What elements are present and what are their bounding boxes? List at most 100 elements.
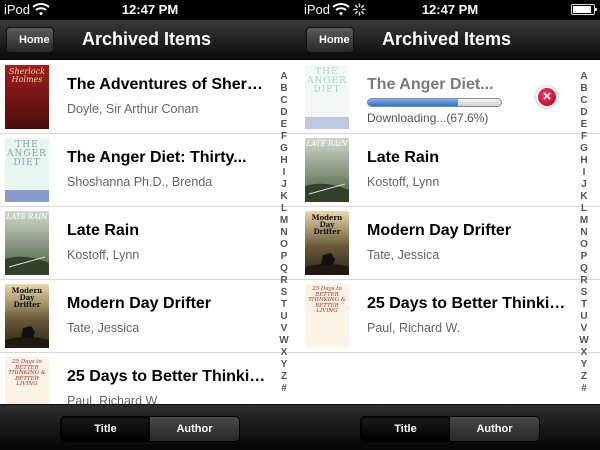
index-letter[interactable]: N	[576, 227, 592, 239]
index-letter[interactable]: E	[276, 119, 292, 131]
alphabet-index[interactable]: A B C D E F G H I J K L M N O P Q R S T U V W X Y Z #	[276, 71, 292, 395]
home-back-button[interactable]: Home	[306, 27, 354, 53]
index-letter[interactable]: G	[576, 143, 592, 155]
index-letter[interactable]: P	[576, 251, 592, 263]
navigation-bar: Home Archived Items	[300, 20, 600, 60]
index-letter[interactable]: Q	[276, 263, 292, 275]
page-title: Archived Items	[82, 29, 212, 49]
list-item[interactable]: LATE RAIN Late Rain Kostoff, Lynn	[0, 207, 300, 280]
index-letter[interactable]: F	[576, 131, 592, 143]
index-letter[interactable]: T	[576, 299, 592, 311]
index-letter[interactable]: H	[276, 155, 292, 167]
book-title: The Anger Diet: Thirty...	[67, 149, 247, 166]
index-letter[interactable]: C	[576, 95, 592, 107]
index-letter[interactable]: D	[276, 107, 292, 119]
downloading-list-item[interactable]: THE ANGER DIET The Anger Diet... Downloa…	[300, 61, 600, 134]
cover-text: THE ANGER DIET	[7, 140, 47, 168]
alphabet-index[interactable]: A B C D E F G H I J K L M N O P Q R S T U V W X Y Z #	[576, 71, 592, 395]
index-letter[interactable]: C	[276, 95, 292, 107]
index-letter[interactable]: #	[576, 383, 592, 395]
index-letter[interactable]: I	[276, 167, 292, 179]
book-cover: 25 Days to BETTER THINKING & BETTER LIVI…	[305, 284, 349, 348]
index-letter[interactable]: K	[276, 191, 292, 203]
index-letter[interactable]: K	[576, 191, 592, 203]
book-title: Late Rain	[367, 149, 440, 166]
index-letter[interactable]: U	[276, 311, 292, 323]
index-letter[interactable]: X	[576, 347, 592, 359]
index-letter[interactable]: Q	[576, 263, 592, 275]
index-letter[interactable]: Z	[576, 371, 592, 383]
index-letter[interactable]: N	[276, 227, 292, 239]
clock: 12:47 PM	[421, 2, 479, 17]
index-letter[interactable]: D	[576, 107, 592, 119]
list-item[interactable]: Modern Day Drifter Modern Day Drifter Ta…	[0, 280, 300, 353]
book-author: Paul, Richard W.	[367, 321, 461, 335]
book-title: Late Rain	[67, 222, 140, 239]
index-letter[interactable]: G	[276, 143, 292, 155]
book-cover: Sherlock Holmes	[5, 65, 49, 129]
index-letter[interactable]: R	[576, 275, 592, 287]
list-item[interactable]: LATE RAIN Late Rain Kostoff, Lynn	[300, 134, 600, 207]
index-letter[interactable]: W	[276, 335, 292, 347]
list-item[interactable]: Modern Day Drifter Modern Day Drifter Ta…	[300, 207, 600, 280]
index-letter[interactable]: B	[276, 83, 292, 95]
cover-text: Sherlock Holmes	[9, 67, 45, 84]
list-item[interactable]: 25 Days to BETTER THINKING & BETTER LIVI…	[0, 353, 300, 404]
index-letter[interactable]: M	[576, 215, 592, 227]
index-letter[interactable]: I	[576, 167, 592, 179]
sort-by-author-button[interactable]: Author	[450, 417, 539, 441]
index-letter[interactable]: O	[576, 239, 592, 251]
index-letter[interactable]: Y	[576, 359, 592, 371]
book-author: Paul, Richard W.	[67, 394, 161, 404]
book-cover: THE ANGER DIET	[5, 138, 49, 202]
index-letter[interactable]: X	[276, 347, 292, 359]
index-letter[interactable]: U	[576, 311, 592, 323]
index-letter[interactable]: L	[576, 203, 592, 215]
archived-items-list: THE ANGER DIET The Anger Diet... Downloa…	[300, 61, 600, 404]
book-title: The Adventures of Sherlock Holmes	[67, 76, 267, 93]
cancel-download-icon[interactable]: ×	[536, 86, 558, 108]
index-letter[interactable]: L	[276, 203, 292, 215]
index-letter[interactable]: M	[276, 215, 292, 227]
book-author: Tate, Jessica	[367, 248, 440, 262]
index-letter[interactable]: #	[276, 383, 292, 395]
index-letter[interactable]: E	[576, 119, 592, 131]
index-letter[interactable]: W	[576, 335, 592, 347]
index-letter[interactable]: J	[576, 179, 592, 191]
side-by-side-screenshots: iPod 12:47 PM Home Archived Items Sherlo…	[0, 0, 600, 450]
index-letter[interactable]: A	[276, 71, 292, 83]
index-letter[interactable]: O	[276, 239, 292, 251]
index-letter[interactable]: Z	[276, 371, 292, 383]
list-item[interactable]: Sherlock Holmes The Adventures of Sherlo…	[0, 61, 300, 134]
book-title: 25 Days to Better Thinking...	[67, 368, 267, 385]
cover-text: Modern Day Drifter	[11, 286, 43, 309]
index-letter[interactable]: F	[276, 131, 292, 143]
index-letter[interactable]: V	[576, 323, 592, 335]
index-letter[interactable]: P	[276, 251, 292, 263]
home-back-button[interactable]: Home	[6, 27, 54, 53]
download-status-text: Downloading...(67.6%)	[367, 111, 489, 125]
book-author: Shoshanna Ph.D., Brenda	[67, 175, 213, 189]
book-cover: LATE RAIN	[305, 138, 349, 202]
list-item[interactable]: THE ANGER DIET The Anger Diet: Thirty...…	[0, 134, 300, 207]
index-letter[interactable]: S	[276, 287, 292, 299]
list-item[interactable]: 25 Days to BETTER THINKING & BETTER LIVI…	[300, 280, 600, 353]
download-progress-bar	[367, 98, 502, 107]
index-letter[interactable]: R	[276, 275, 292, 287]
status-bar: iPod 12:47 PM	[0, 0, 300, 20]
page-title: Archived Items	[382, 29, 512, 49]
index-letter[interactable]: A	[576, 71, 592, 83]
home-back-label: Home	[319, 34, 350, 46]
index-letter[interactable]: T	[276, 299, 292, 311]
index-letter[interactable]: B	[576, 83, 592, 95]
sort-by-author-button[interactable]: Author	[150, 417, 239, 441]
book-cover: Modern Day Drifter	[305, 211, 349, 275]
index-letter[interactable]: V	[276, 323, 292, 335]
index-letter[interactable]: H	[576, 155, 592, 167]
index-letter[interactable]: S	[576, 287, 592, 299]
sort-segmented-control: Title Author	[60, 416, 240, 442]
index-letter[interactable]: Y	[276, 359, 292, 371]
sort-by-title-button[interactable]: Title	[61, 417, 150, 441]
sort-by-title-button[interactable]: Title	[361, 417, 450, 441]
index-letter[interactable]: J	[276, 179, 292, 191]
